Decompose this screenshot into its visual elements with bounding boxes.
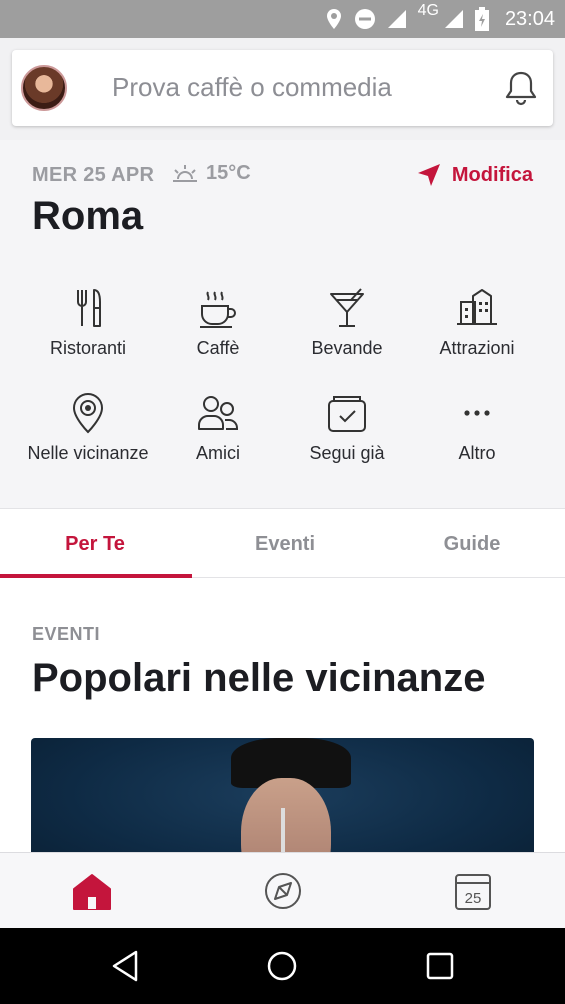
- signal-icon: [387, 10, 406, 28]
- search-area: Prova caffè o commedia: [0, 38, 565, 140]
- bottom-navigation: 25: [0, 852, 565, 928]
- explore-compass-icon[interactable]: [261, 869, 305, 913]
- category-label: Ristoranti: [49, 338, 127, 358]
- network-type: 4G: [417, 2, 439, 19]
- category-segui-gia[interactable]: Segui già: [272, 391, 422, 464]
- status-time: 23:04: [504, 7, 555, 30]
- image-straw: [281, 808, 285, 852]
- search-bar[interactable]: Prova caffè o commedia: [12, 50, 553, 126]
- coffee-cup-icon: [200, 291, 236, 328]
- event-card-image[interactable]: [31, 738, 534, 852]
- back-icon[interactable]: [106, 946, 146, 986]
- date-label: MER 25 APR: [32, 164, 155, 186]
- image-face: [241, 778, 331, 852]
- tab-bar: Per Te Eventi Guide: [0, 508, 565, 578]
- system-navigation-bar: [0, 928, 565, 1004]
- category-attrazioni[interactable]: Attrazioni: [402, 286, 552, 359]
- category-nelle-vicinanze[interactable]: Nelle vicinanze: [13, 391, 163, 464]
- category-bevande[interactable]: Bevande: [272, 286, 422, 359]
- category-label: Caffè: [196, 338, 240, 358]
- battery-icon: [474, 7, 489, 31]
- search-input[interactable]: Prova caffè o commedia: [112, 72, 392, 103]
- category-label: Attrazioni: [439, 338, 515, 358]
- tab-eventi[interactable]: Eventi: [190, 509, 380, 579]
- city-title: Roma: [32, 194, 144, 238]
- feed-content: EVENTI Popolari nelle vicinanze: [0, 578, 565, 852]
- cocktail-icon: [330, 288, 364, 327]
- status-icons: 4G 23:04: [324, 0, 555, 38]
- friends-icon: [198, 396, 238, 430]
- bell-icon[interactable]: [501, 68, 541, 108]
- category-label: Nelle vicinanze: [27, 443, 149, 463]
- tab-guide[interactable]: Guide: [377, 509, 565, 579]
- category-label: Altro: [458, 443, 496, 463]
- section-title: Popolari nelle vicinanze: [32, 656, 486, 700]
- calendar-day: 25: [465, 890, 482, 907]
- modify-label: Modifica: [451, 163, 533, 186]
- weather: 15°C: [172, 162, 251, 185]
- fork-knife-icon: [77, 289, 101, 327]
- sunrise-icon: [173, 164, 197, 182]
- home-icon[interactable]: [70, 869, 114, 913]
- tab-per-te[interactable]: Per Te: [0, 509, 190, 579]
- category-altro[interactable]: Altro: [402, 391, 552, 464]
- location-status-icon: [326, 9, 341, 29]
- category-caffe[interactable]: Caffè: [143, 286, 293, 359]
- followed-box-icon: [328, 396, 366, 432]
- category-label: Bevande: [311, 338, 383, 358]
- category-label: Amici: [196, 443, 240, 463]
- temperature: 15°C: [206, 162, 251, 184]
- signal-4g-icon: [444, 10, 463, 28]
- status-bar: 4G 23:04: [0, 0, 565, 38]
- home-circle-icon[interactable]: [262, 946, 302, 986]
- modify-location-button[interactable]: Modifica: [416, 162, 533, 188]
- location-pin-icon: [72, 392, 104, 434]
- location-header: MER 25 APR 15°C Modifica Roma Ristoranti…: [0, 140, 565, 508]
- do-not-disturb-icon: [354, 9, 375, 29]
- section-kicker: EVENTI: [32, 624, 101, 644]
- category-label: Segui già: [309, 443, 385, 463]
- category-ristoranti[interactable]: Ristoranti: [13, 286, 163, 359]
- navigation-arrow-icon: [417, 164, 440, 186]
- category-amici[interactable]: Amici: [143, 391, 293, 464]
- avatar[interactable]: [21, 65, 67, 111]
- buildings-icon: [457, 289, 497, 325]
- more-dots-icon: [464, 410, 490, 416]
- calendar-icon[interactable]: 25: [451, 869, 495, 913]
- recents-square-icon[interactable]: [420, 946, 460, 986]
